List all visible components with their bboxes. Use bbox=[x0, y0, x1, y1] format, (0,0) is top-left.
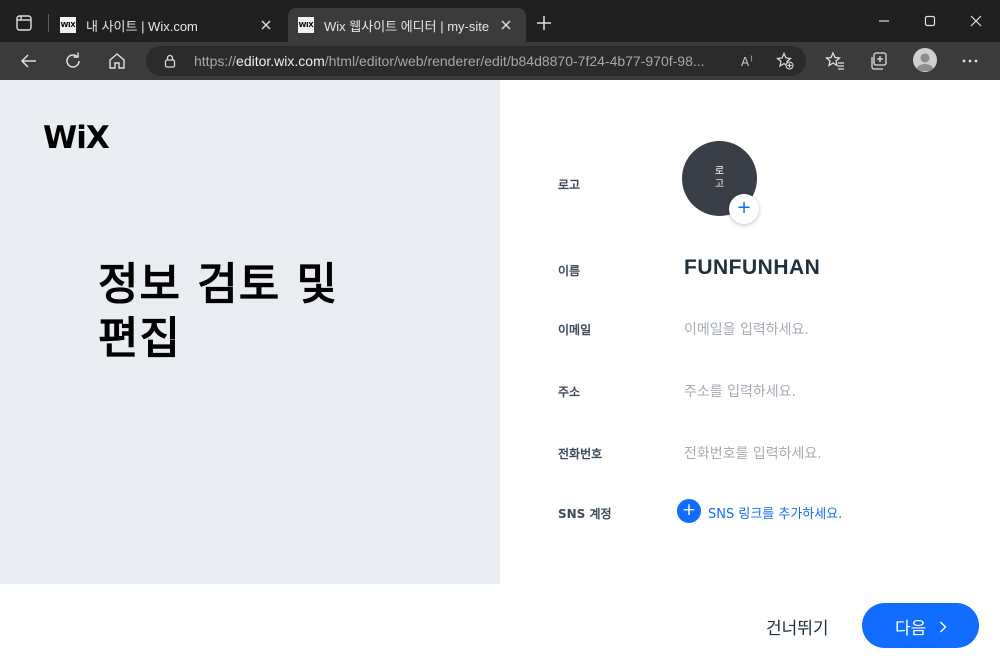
phone-field[interactable]: 전화번호를 입력하세요. bbox=[684, 443, 822, 463]
logo-label: 로고 bbox=[558, 178, 581, 192]
home-icon[interactable] bbox=[105, 49, 129, 73]
svg-text:WiX: WiX bbox=[43, 120, 110, 152]
next-button[interactable]: 다음 bbox=[862, 603, 979, 648]
add-sns-icon[interactable]: + bbox=[677, 499, 701, 523]
add-favorite-icon[interactable] bbox=[776, 52, 794, 70]
address-field[interactable]: 주소를 입력하세요. bbox=[684, 381, 796, 401]
email-label: 이메일 bbox=[558, 323, 592, 337]
new-tab-icon[interactable] bbox=[534, 13, 554, 33]
tab-actions-icon[interactable] bbox=[14, 13, 34, 33]
wix-favicon-icon: WIX bbox=[298, 17, 314, 33]
next-button-label: 다음 bbox=[895, 619, 927, 639]
phone-label: 전화번호 bbox=[558, 447, 603, 461]
page-title-line2: 편집 bbox=[98, 313, 181, 364]
business-info-form: 로고 로 고 + 이름 FUNFUNHAN 이메일 이메일을 입력하세요. 주소… bbox=[500, 80, 1000, 584]
more-menu-icon[interactable] bbox=[958, 49, 982, 73]
minimize-icon[interactable] bbox=[870, 9, 898, 35]
refresh-icon[interactable] bbox=[61, 49, 85, 73]
page-content: WiX 정보 검토 및 편집 로고 로 고 + 이름 FUNFUNHAN 이메일… bbox=[0, 80, 1000, 667]
tab-title: 내 사이트 | Wix.com bbox=[86, 19, 198, 34]
page-title: 정보 검토 및 편집 bbox=[98, 258, 398, 366]
name-field[interactable]: FUNFUNHAN bbox=[684, 256, 820, 280]
footer-bar: 건너뛰기 다음 bbox=[0, 584, 1000, 667]
read-aloud-icon[interactable]: A) bbox=[740, 52, 758, 70]
address-bar[interactable]: https://editor.wix.com/html/editor/web/r… bbox=[146, 46, 806, 76]
wix-logo: WiX bbox=[43, 120, 117, 156]
address-label: 주소 bbox=[558, 385, 581, 399]
page-title-line1: 정보 검토 및 bbox=[98, 259, 339, 310]
chevron-right-icon bbox=[938, 619, 948, 633]
tab-wix-editor[interactable]: WIX Wix 웹사이트 에디터 | my-site bbox=[288, 8, 526, 42]
skip-button[interactable]: 건너뛰기 bbox=[766, 614, 829, 639]
tab-title: Wix 웹사이트 에디터 | my-site bbox=[324, 19, 490, 34]
lock-icon[interactable] bbox=[162, 53, 178, 69]
maximize-icon[interactable] bbox=[916, 9, 944, 35]
tab-separator bbox=[48, 14, 49, 32]
favorites-icon[interactable] bbox=[823, 49, 847, 73]
close-window-icon[interactable] bbox=[962, 9, 990, 35]
name-label: 이름 bbox=[558, 264, 581, 278]
add-logo-icon[interactable]: + bbox=[729, 194, 759, 224]
close-tab-icon[interactable] bbox=[258, 17, 274, 33]
tab-bar: WIX 내 사이트 | Wix.com WIX Wix 웹사이트 에디터 | m… bbox=[0, 0, 1000, 42]
sns-label: SNS 계정 bbox=[558, 507, 612, 521]
url-text[interactable]: https://editor.wix.com/html/editor/web/r… bbox=[194, 53, 734, 69]
collections-icon[interactable] bbox=[867, 49, 891, 73]
email-field[interactable]: 이메일을 입력하세요. bbox=[684, 319, 809, 339]
tab-my-sites[interactable]: WIX 내 사이트 | Wix.com bbox=[50, 8, 286, 42]
left-panel: WiX 정보 검토 및 편집 bbox=[0, 80, 500, 584]
back-arrow-icon[interactable] bbox=[17, 49, 41, 73]
close-tab-icon[interactable] bbox=[498, 17, 514, 33]
svg-text:): ) bbox=[750, 55, 753, 63]
add-sns-link[interactable]: SNS 링크를 추가하세요. bbox=[708, 503, 842, 522]
wix-favicon-icon: WIX bbox=[60, 17, 76, 33]
svg-text:A: A bbox=[741, 55, 750, 69]
browser-toolbar: https://editor.wix.com/html/editor/web/r… bbox=[0, 42, 1000, 80]
profile-avatar-icon[interactable] bbox=[913, 48, 937, 72]
